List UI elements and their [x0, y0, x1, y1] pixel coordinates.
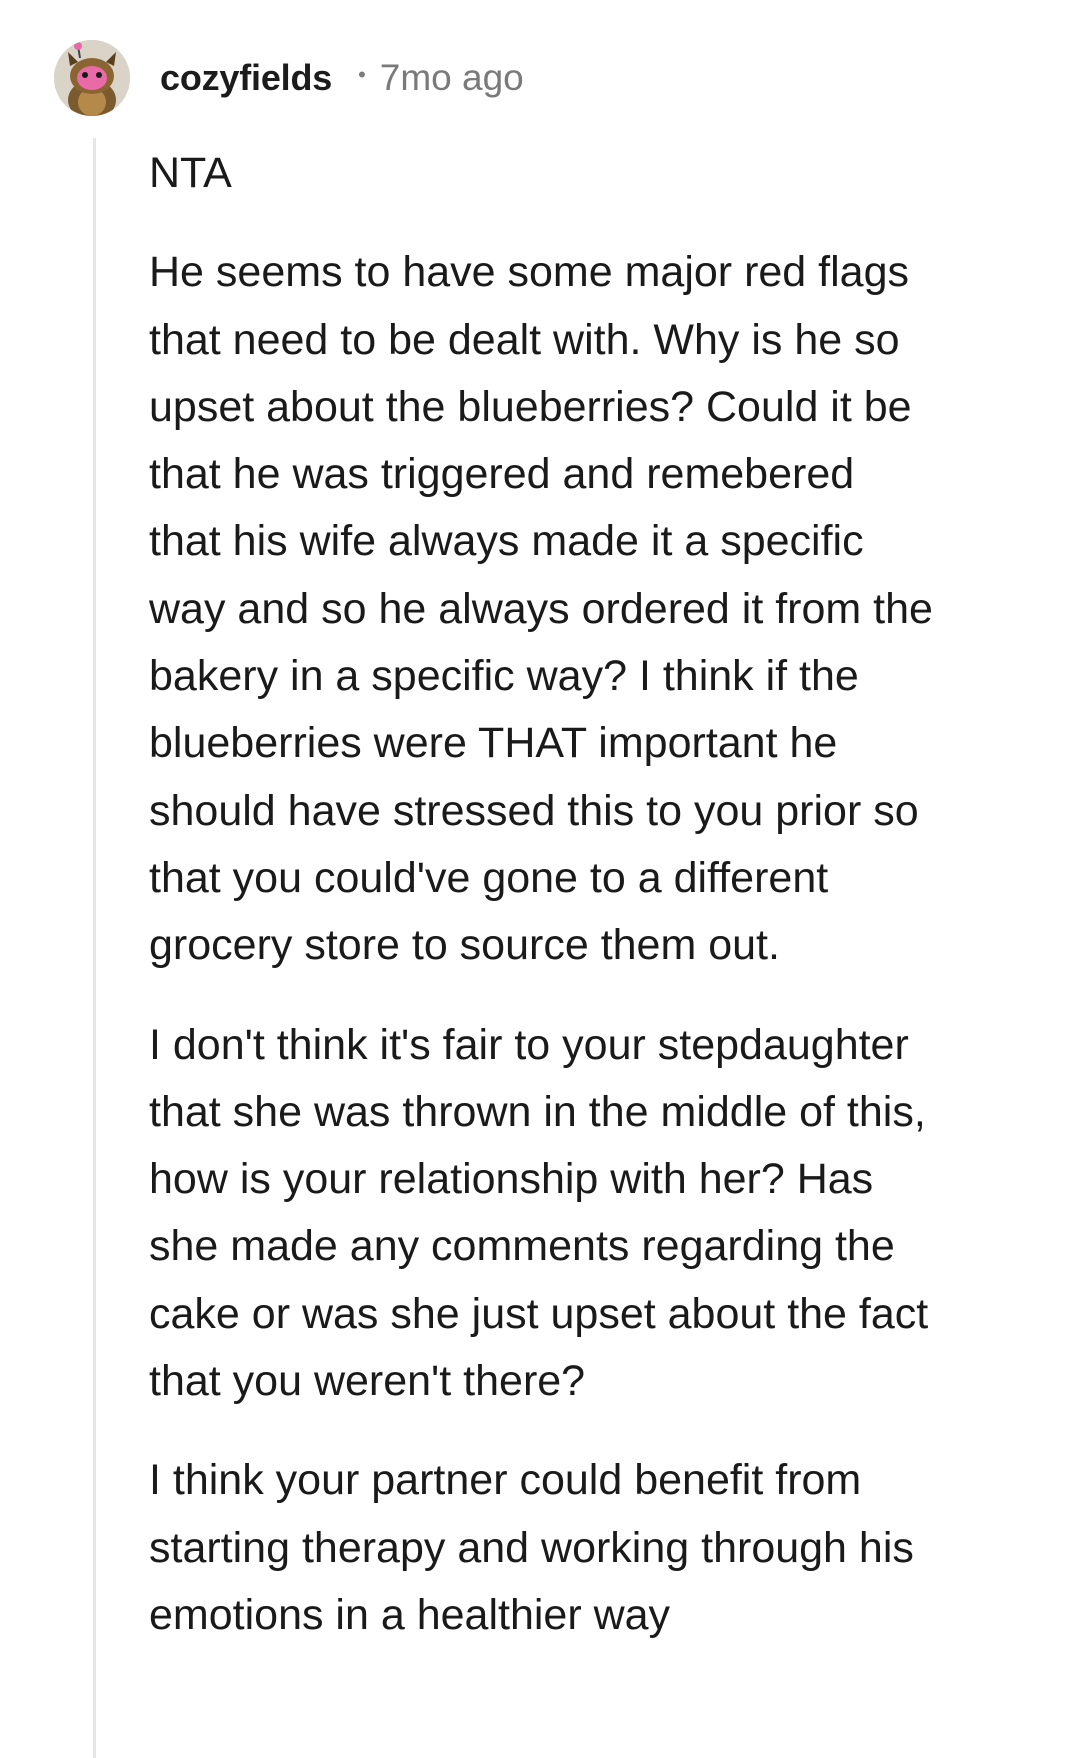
user-avatar[interactable] — [54, 40, 130, 116]
comment-paragraph: I don't think it's fair to your stepdaug… — [149, 1020, 929, 1406]
thread-collapse-line[interactable] — [93, 138, 96, 1758]
comment-paragraph: I think your partner could benefit from … — [149, 1456, 914, 1639]
snoo-avatar-icon — [54, 40, 130, 116]
comment-paragraph: NTA — [149, 149, 232, 197]
meta-separator: • — [358, 62, 366, 87]
comment-paragraph: He seems to have some major red flags th… — [149, 248, 933, 970]
comment-header: cozyfields • 7mo ago — [54, 36, 524, 120]
comment-timestamp: 7mo ago — [379, 57, 524, 98]
comment-body: NTA He seems to have some major red flag… — [149, 140, 1039, 1649]
comment-author[interactable]: cozyfields — [160, 57, 332, 99]
